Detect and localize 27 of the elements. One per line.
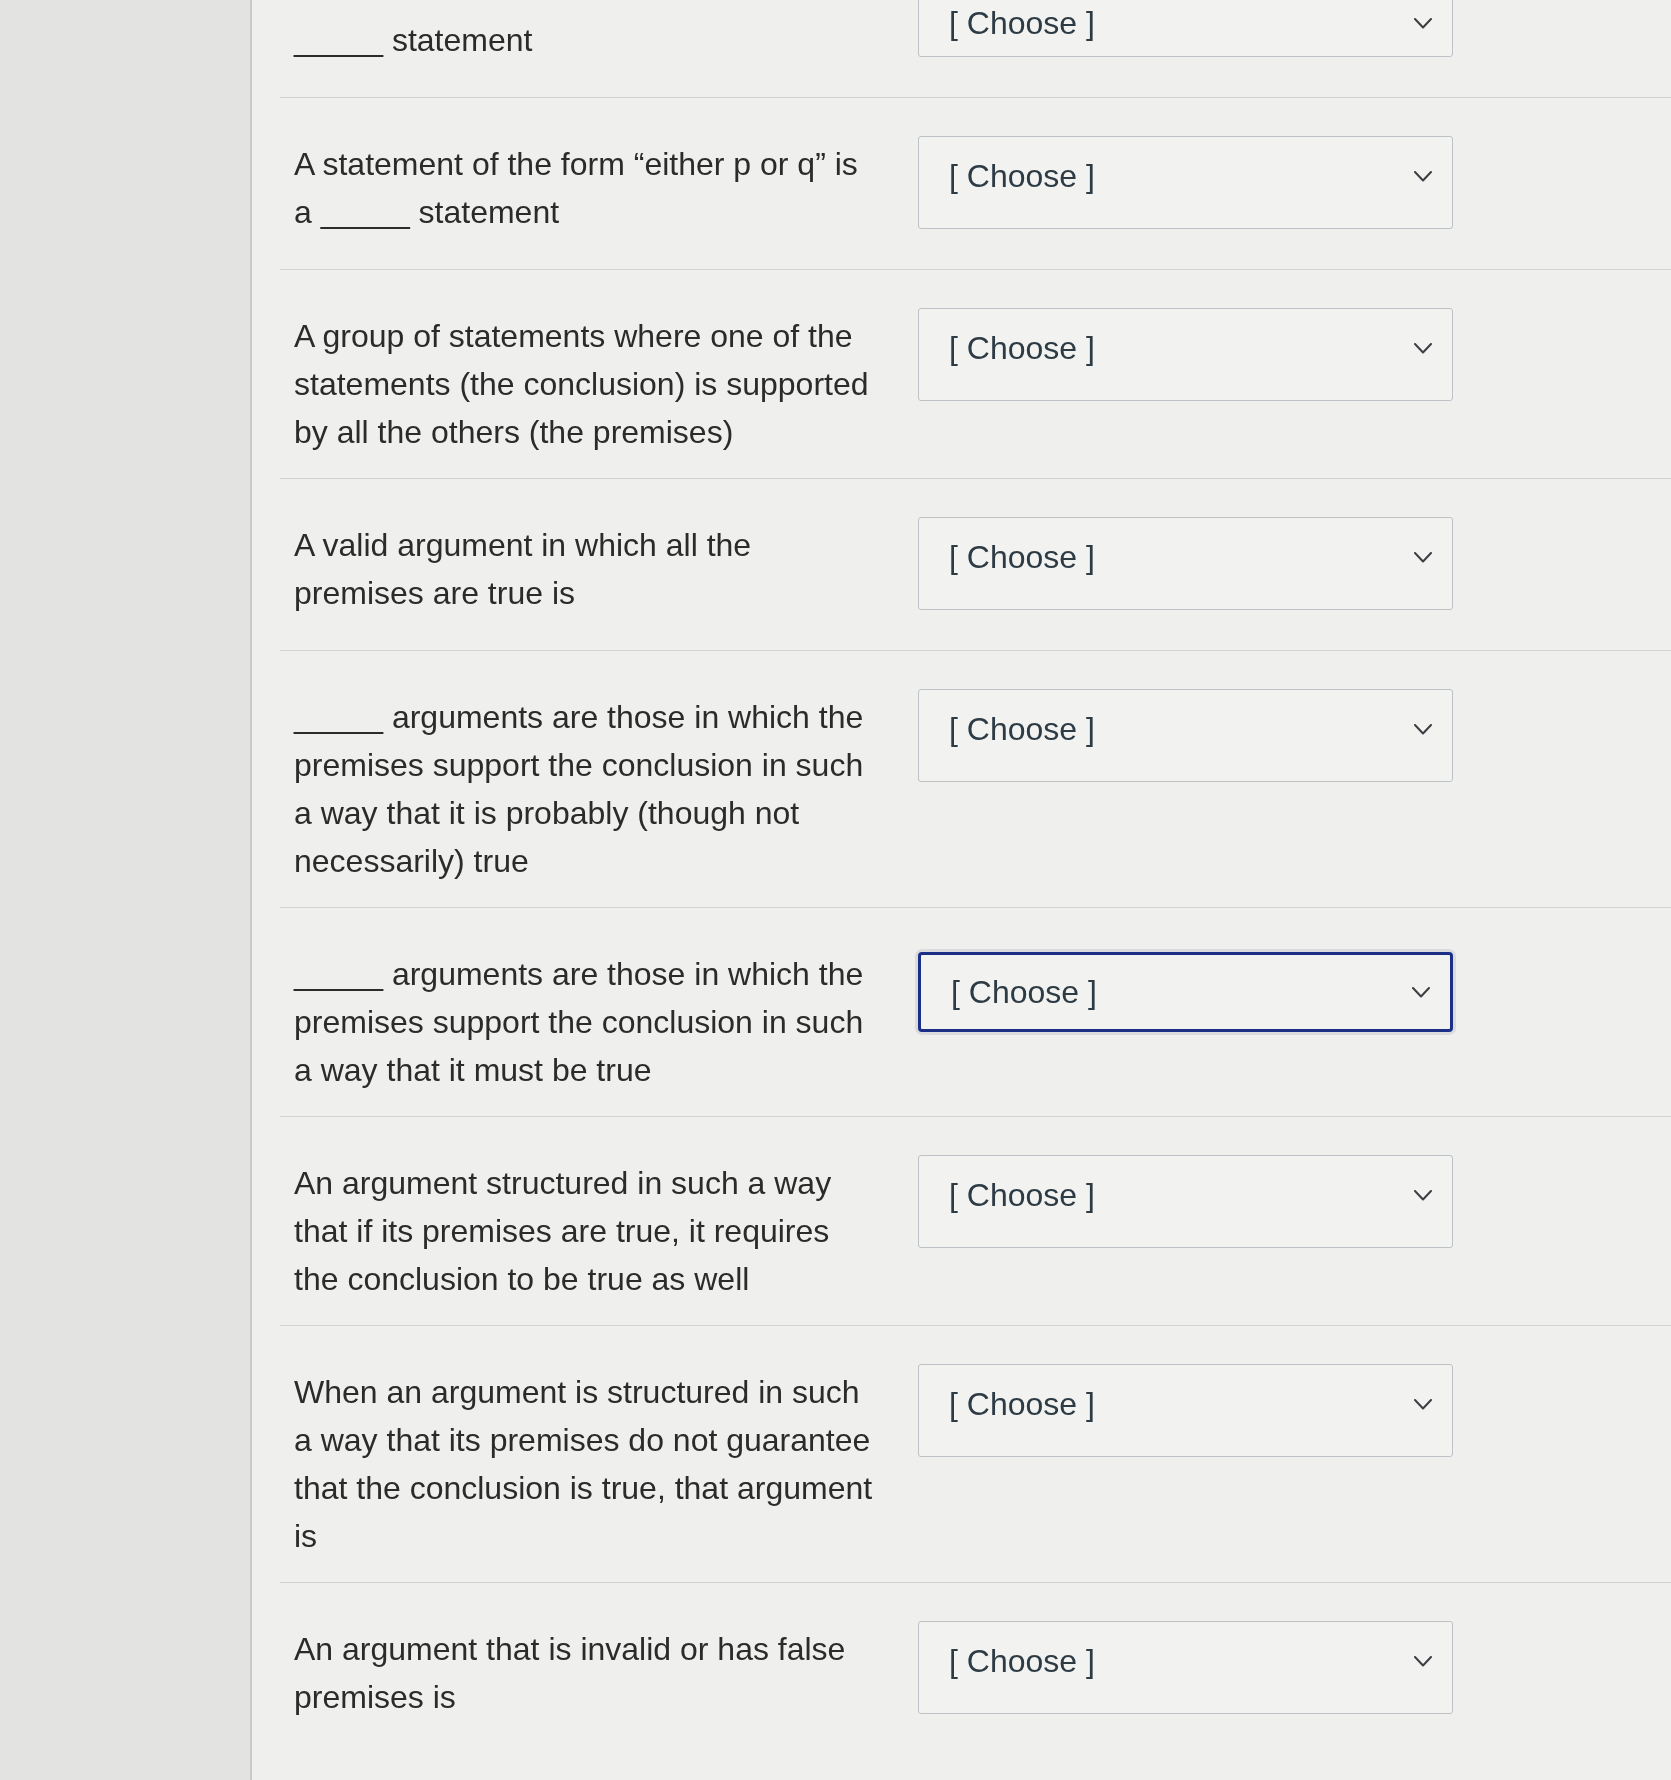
question-text: An argument that is invalid or has false premises is [294,1630,847,1717]
answer-dropdown[interactable]: [ Choose ] [918,517,1453,610]
chevron-down-icon [1414,1656,1432,1667]
question-text: _____ statement [294,21,534,60]
answer-dropdown[interactable]: [ Choose ] [918,952,1453,1032]
chevron-down-icon [1414,1190,1432,1201]
answer-dropdown[interactable]: [ Choose ] [918,1155,1453,1248]
question-text: A statement of the form “either p or q” is a _____ statement [294,145,859,232]
question-text: _____ arguments are those in which the premises support the conclusion in such a way that it is probably (though not necessarily) true [294,698,865,881]
chevron-down-icon [1414,18,1432,29]
chevron-down-icon [1414,552,1432,563]
chevron-down-icon [1414,724,1432,735]
question-text: When an argument is structured in such a way that its premises do not guarantee that the conclusion is true, that argument is [294,1373,874,1556]
chevron-down-icon [1414,1399,1432,1410]
chevron-down-icon [1414,343,1432,354]
chevron-down-icon [1412,986,1430,998]
answer-dropdown[interactable]: [ Choose ] [918,1364,1453,1457]
answer-dropdown[interactable]: [ Choose ] [918,308,1453,401]
chevron-down-icon [1414,171,1432,182]
answer-dropdown[interactable]: [ Choose ] [918,1621,1453,1714]
answer-dropdown[interactable]: [ Choose ] [918,136,1453,229]
question-text: A group of statements where one of the statements (the conclusion) is supported by all the others (the premises) [294,317,870,452]
question-text: A valid argument in which all the premises are true is [294,526,753,613]
answer-dropdown[interactable]: [ Choose ] [918,689,1453,782]
answer-dropdown[interactable]: [ Choose ] [918,0,1453,57]
question-text: An argument structured in such a way that if its premises are true, it requires the conclusion to be true as well [294,1164,833,1299]
question-text: _____ arguments are those in which the premises support the conclusion in such a way that it must be true [294,955,865,1090]
